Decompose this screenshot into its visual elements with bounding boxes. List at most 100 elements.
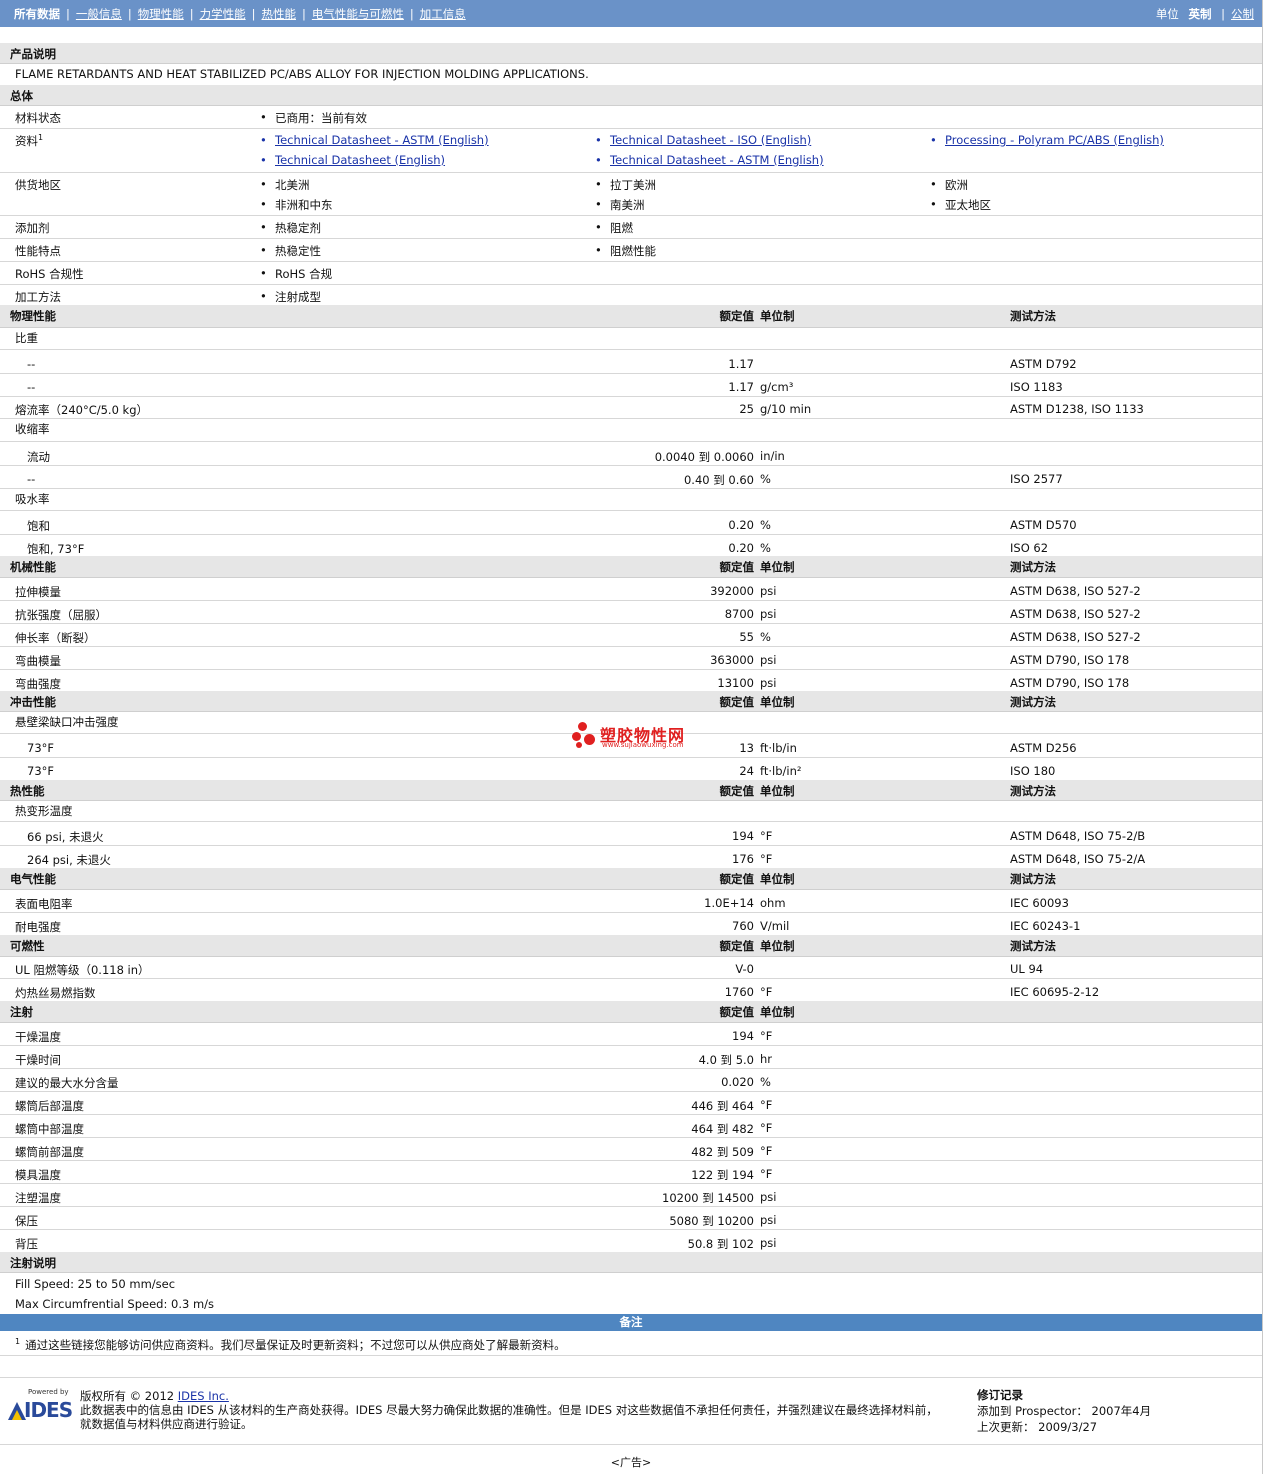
row-unit: g/cm³ — [760, 380, 794, 394]
section-title: 机械性能 — [10, 560, 56, 574]
row-method: ASTM D638, ISO 527-2 — [1010, 584, 1141, 598]
row-label: 拉伸模量 — [15, 585, 61, 599]
notes-text: 1 通过这些链接您能够访问供应商资料。我们尽量保证及时更新资料；不过您可以从供应商… — [15, 1337, 566, 1352]
row-unit: V/mil — [760, 919, 790, 933]
footer: Powered by IDES 版权所有 © 2012 IDES Inc. 此数… — [0, 1380, 1262, 1444]
physical-row: -- 0.40 到 0.60% ISO 2577 — [0, 465, 1262, 489]
row-label: 弯曲模量 — [15, 654, 61, 668]
tab-6[interactable]: 加工信息 — [420, 7, 466, 21]
general-item: 注射成型 — [260, 289, 321, 305]
section-title: 可燃性 — [10, 939, 45, 953]
row-unit: °F — [760, 1121, 773, 1135]
general-item: 非洲和中东 — [260, 197, 332, 213]
row-method: UL 94 — [1010, 962, 1044, 976]
section-title: 注射说明 — [10, 1256, 56, 1270]
tab-5[interactable]: 电气性能与可燃性 — [312, 7, 404, 21]
mechanical-row: 伸长率（断裂） 55% ASTM D638, ISO 527-2 — [0, 623, 1262, 647]
row-label: -- — [27, 380, 36, 394]
general-item: 南美洲 — [595, 197, 644, 213]
notes-row: 1 通过这些链接您能够访问供应商资料。我们尽量保证及时更新资料；不过您可以从供应商… — [0, 1331, 1262, 1356]
datasheet-link[interactable]: Processing - Polyram PC/ABS (English) — [930, 133, 1164, 147]
unit-imperial[interactable]: 英制 — [1188, 7, 1211, 21]
datasheet-link[interactable]: Technical Datasheet - ASTM (English) — [595, 153, 824, 167]
top-nav: 所有数据 | 一般信息 | 物理性能 | 力学性能 | 热性能 | 电气性能与可燃性 | 加工信息 单位… — [0, 0, 1262, 27]
unit-metric-link[interactable]: 公制 — [1231, 7, 1254, 21]
row-unit: hr — [760, 1052, 773, 1066]
general-item: 热稳定剂 — [260, 220, 321, 236]
row-value: 13 — [739, 741, 754, 755]
row-unit: °F — [760, 985, 773, 999]
general-label: 添加剂 — [15, 221, 50, 235]
flammability-row: UL 阻燃等级（0.118 in） V-0 UL 94 — [0, 956, 1262, 979]
row-method: ASTM D638, ISO 527-2 — [1010, 607, 1141, 621]
row-unit: psi — [760, 607, 777, 621]
general-item: RoHS 合规 — [260, 266, 332, 282]
section-title: 物理性能 — [10, 309, 56, 323]
row-unit: % — [760, 541, 771, 555]
tab-4[interactable]: 热性能 — [262, 7, 297, 21]
powered-by: Powered by — [28, 1388, 69, 1396]
physical-row: 饱和, 73°F 0.20% ISO 62 — [0, 534, 1262, 558]
tab-0[interactable]: 所有数据 — [14, 7, 60, 21]
general-label: 性能特点 — [15, 244, 61, 258]
row-unit: °F — [760, 1144, 773, 1158]
copyright: 版权所有 © 2012 — [80, 1389, 178, 1403]
row-value: 0.20 — [728, 541, 754, 555]
row-label: 66 psi, 未退火 — [27, 830, 104, 844]
row-unit: °F — [760, 829, 773, 843]
header-method: 测试方法 — [1010, 695, 1056, 709]
header-value: 额定值 — [719, 872, 755, 886]
tab-1[interactable]: 一般信息 — [76, 7, 122, 21]
ides-link[interactable]: IDES Inc. — [178, 1389, 229, 1403]
section-title: 热性能 — [10, 784, 45, 798]
row-unit: % — [760, 518, 771, 532]
section-title: 总体 — [10, 89, 33, 103]
row-value: 392000 — [710, 584, 754, 598]
tab-2[interactable]: 物理性能 — [138, 7, 184, 21]
row-method: IEC 60243-1 — [1010, 919, 1081, 933]
header-unit: 单位制 — [760, 1005, 795, 1019]
general-item: 欧洲 — [930, 177, 968, 193]
row-unit: psi — [760, 676, 777, 690]
electrical-row: 耐电强度 760 V/mil IEC 60243-1 — [0, 912, 1262, 936]
physical-row: 收缩率 — [0, 418, 1262, 442]
header-value: 额定值 — [719, 784, 755, 798]
mechanical-row: 弯曲模量 363000 psi ASTM D790, ISO 178 — [0, 646, 1262, 670]
datasheet-link[interactable]: Technical Datasheet (English) — [260, 153, 445, 167]
row-label: 干燥时间 — [15, 1053, 61, 1067]
row-value: 4.0 到 5.0 — [698, 1053, 754, 1067]
row-unit: ft·lb/in² — [760, 764, 802, 778]
row-label: 螺筒中部温度 — [15, 1122, 84, 1136]
row-value: 194 — [732, 1029, 754, 1043]
general-item: 热稳定性 — [260, 243, 321, 259]
revision-title: 修订记录 — [977, 1388, 1023, 1402]
header-method: 测试方法 — [1010, 872, 1056, 886]
thermal-row: 264 psi, 未退火 176 °F ASTM D648, ISO 75-2/A — [0, 845, 1262, 869]
header-method: 测试方法 — [1010, 784, 1056, 798]
physical-row: -- 1.17 ASTM D792 — [0, 349, 1262, 374]
row-unit: % — [760, 1075, 771, 1089]
header-unit: 单位制 — [760, 872, 795, 886]
mechanical-row: 拉伸模量 392000 psi ASTM D638, ISO 527-2 — [0, 577, 1262, 601]
header-method: 测试方法 — [1010, 309, 1056, 323]
flammability-row: 灼热丝易燃指数 1760 °F IEC 60695-2-12 — [0, 978, 1262, 1002]
product-desc-text: FLAME RETARDANTS AND HEAT STABILIZED PC/… — [15, 67, 589, 81]
row-method: ASTM D256 — [1010, 741, 1077, 755]
footnote-mark: 1 — [15, 1337, 21, 1347]
header-unit: 单位制 — [760, 560, 795, 574]
row-value: 1.17 — [728, 380, 754, 394]
added-value: 2007年4月 — [1091, 1404, 1152, 1418]
spacer-row — [0, 1355, 1262, 1378]
row-label: 熔流率（240°C/5.0 kg） — [15, 403, 149, 417]
mechanical-section-header: 机械性能 额定值 单位制 测试方法 — [0, 556, 1262, 578]
row-method: ISO 180 — [1010, 764, 1056, 778]
physical-row: 吸水率 — [0, 488, 1262, 511]
datasheet-link[interactable]: Technical Datasheet - ISO (English) — [595, 133, 811, 147]
physical-row: 流动 0.0040 到 0.0060 in/in — [0, 441, 1262, 466]
tab-3[interactable]: 力学性能 — [200, 7, 246, 21]
injection_notes-section-header: 注射说明 — [0, 1252, 1262, 1273]
updated-label: 上次更新： — [977, 1420, 1035, 1434]
datasheet-link[interactable]: Technical Datasheet - ASTM (English) — [260, 133, 489, 147]
row-label: 表面电阻率 — [15, 897, 73, 911]
mechanical-row: 抗张强度（屈服） 8700 psi ASTM D638, ISO 527-2 — [0, 600, 1262, 624]
